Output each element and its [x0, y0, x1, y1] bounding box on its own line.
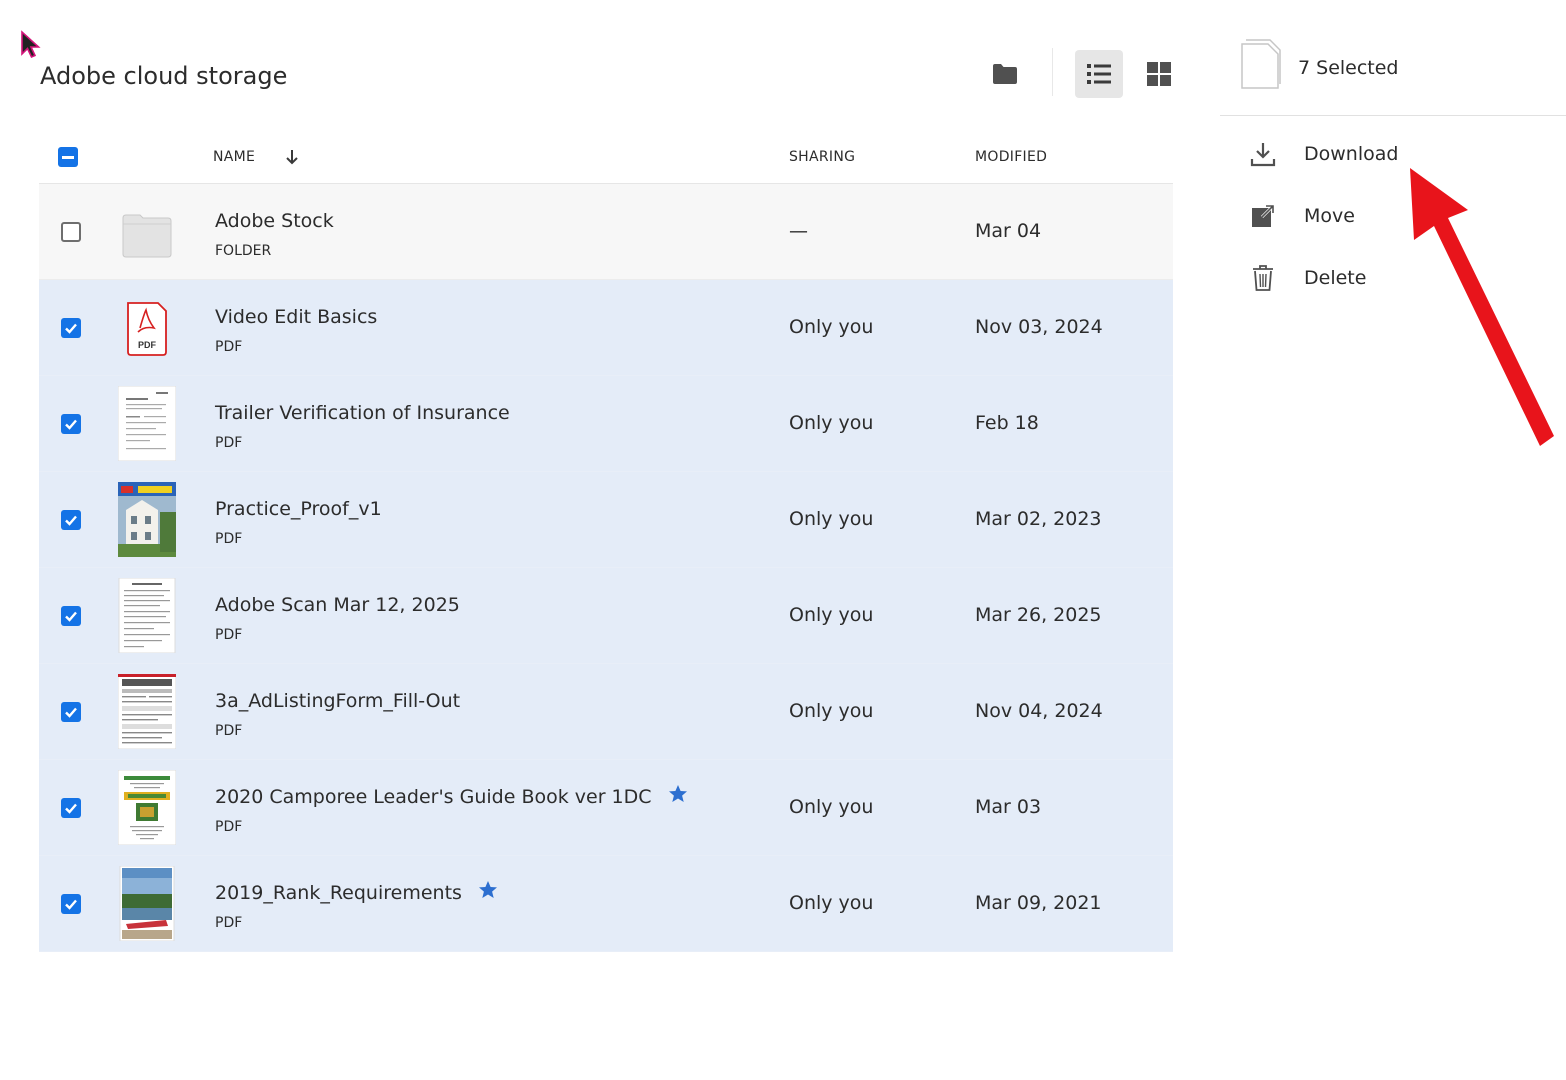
file-name[interactable]: Practice_Proof_v1: [215, 498, 382, 520]
selected-count: 7 Selected: [1298, 57, 1399, 79]
download-label: Download: [1304, 143, 1399, 165]
row-checkbox[interactable]: [61, 702, 81, 722]
row-checkbox[interactable]: [61, 510, 81, 530]
pdf-file-icon: PDF: [127, 302, 167, 356]
sharing-status: Only you: [789, 412, 874, 434]
file-kind: PDF: [215, 531, 243, 547]
folder-thumbnail-icon: [122, 214, 172, 258]
sharing-status: —: [789, 220, 808, 242]
file-name[interactable]: 2020 Camporee Leader's Guide Book ver 1D…: [215, 784, 688, 808]
document-icon: [1241, 39, 1281, 89]
table-row[interactable]: 2019_Rank_Requirements PDF Only you Mar …: [39, 856, 1173, 952]
file-name-text[interactable]: Adobe Stock: [215, 210, 334, 232]
mouse-cursor-icon: [21, 30, 41, 59]
file-name-text[interactable]: 2020 Camporee Leader's Guide Book ver 1D…: [215, 786, 652, 808]
select-all-checkbox[interactable]: [58, 147, 78, 167]
table-row[interactable]: Adobe Stock FOLDER — Mar 04: [39, 184, 1173, 280]
column-header-name[interactable]: NAME: [213, 149, 255, 165]
table-row[interactable]: Practice_Proof_v1 PDF Only you Mar 02, 2…: [39, 472, 1173, 568]
new-folder-button[interactable]: [981, 50, 1029, 98]
modified-date: Feb 18: [975, 412, 1039, 434]
sharing-status: Only you: [789, 604, 874, 626]
table-row[interactable]: 2020 Camporee Leader's Guide Book ver 1D…: [39, 760, 1173, 856]
starred-icon[interactable]: [668, 784, 688, 804]
landscape-thumbnail-icon: [119, 866, 175, 941]
row-checkbox[interactable]: [61, 606, 81, 626]
modified-date: Mar 26, 2025: [975, 604, 1102, 626]
move-label: Move: [1304, 205, 1355, 227]
sharing-status: Only you: [789, 316, 874, 338]
sharing-status: Only you: [789, 892, 874, 914]
file-kind: PDF: [215, 723, 243, 739]
modified-date: Mar 04: [975, 220, 1042, 242]
column-header-modified[interactable]: MODIFIED: [975, 149, 1047, 165]
file-kind: PDF: [215, 339, 243, 355]
table-row[interactable]: PDF Video Edit Basics PDF Only you Nov 0…: [39, 280, 1173, 376]
modified-date: Mar 02, 2023: [975, 508, 1102, 530]
file-name[interactable]: 2019_Rank_Requirements: [215, 880, 498, 904]
file-name[interactable]: 3a_AdListingForm_Fill-Out: [215, 690, 460, 712]
file-kind: PDF: [215, 819, 243, 835]
file-name-text[interactable]: Trailer Verification of Insurance: [215, 402, 510, 424]
file-kind: FOLDER: [215, 243, 272, 259]
list-view-button[interactable]: [1075, 50, 1123, 98]
sharing-status: Only you: [789, 700, 874, 722]
table-row[interactable]: Adobe Scan Mar 12, 2025 PDF Only you Mar…: [39, 568, 1173, 664]
page-title: Adobe cloud storage: [40, 62, 288, 90]
modified-date: Nov 04, 2024: [975, 700, 1103, 722]
annotation-arrow: [1410, 168, 1554, 446]
modified-date: Nov 03, 2024: [975, 316, 1103, 338]
file-name-text[interactable]: Adobe Scan Mar 12, 2025: [215, 594, 460, 616]
selection-summary: 7 Selected: [1220, 16, 1566, 116]
table-row[interactable]: 3a_AdListingForm_Fill-Out PDF Only you N…: [39, 664, 1173, 760]
grid-view-button[interactable]: [1135, 50, 1183, 98]
file-kind: PDF: [215, 915, 243, 931]
trash-icon: [1253, 265, 1273, 291]
file-table: NAME SHARING MODIFIED Adobe Stock FOLDER…: [39, 132, 1173, 952]
document-thumbnail-icon: [118, 386, 176, 461]
row-checkbox[interactable]: [61, 222, 81, 242]
file-name[interactable]: Video Edit Basics: [215, 306, 377, 328]
row-checkbox[interactable]: [61, 318, 81, 338]
row-checkbox[interactable]: [61, 798, 81, 818]
file-kind: PDF: [215, 435, 243, 451]
column-header-sharing[interactable]: SHARING: [789, 149, 855, 165]
modified-date: Mar 03: [975, 796, 1042, 818]
modified-date: Mar 09, 2021: [975, 892, 1102, 914]
document-thumbnail-icon: [118, 578, 176, 653]
file-name[interactable]: Trailer Verification of Insurance: [215, 402, 510, 424]
list-view-icon: [1087, 64, 1111, 84]
file-name-text[interactable]: Video Edit Basics: [215, 306, 377, 328]
sharing-status: Only you: [789, 508, 874, 530]
download-icon: [1250, 143, 1276, 167]
file-kind: PDF: [215, 627, 243, 643]
file-name-text[interactable]: 2019_Rank_Requirements: [215, 882, 462, 904]
form-thumbnail-icon: [118, 674, 176, 749]
table-row[interactable]: Trailer Verification of Insurance PDF On…: [39, 376, 1173, 472]
photo-thumbnail-icon: [118, 482, 176, 557]
file-name-text[interactable]: Practice_Proof_v1: [215, 498, 382, 520]
delete-label: Delete: [1304, 267, 1367, 289]
starred-icon[interactable]: [478, 880, 498, 900]
sharing-status: Only you: [789, 796, 874, 818]
table-header: NAME SHARING MODIFIED: [39, 132, 1173, 184]
toolbar-divider: [1052, 48, 1053, 96]
file-name-text[interactable]: 3a_AdListingForm_Fill-Out: [215, 690, 460, 712]
file-name[interactable]: Adobe Stock: [215, 210, 334, 232]
folder-icon: [993, 64, 1017, 84]
svg-text:PDF: PDF: [138, 340, 157, 350]
row-checkbox[interactable]: [61, 414, 81, 434]
booklet-thumbnail-icon: [118, 770, 176, 845]
file-name[interactable]: Adobe Scan Mar 12, 2025: [215, 594, 460, 616]
sort-descending-icon[interactable]: [285, 149, 299, 165]
grid-view-icon: [1147, 62, 1171, 86]
move-icon: [1252, 204, 1275, 227]
row-checkbox[interactable]: [61, 894, 81, 914]
